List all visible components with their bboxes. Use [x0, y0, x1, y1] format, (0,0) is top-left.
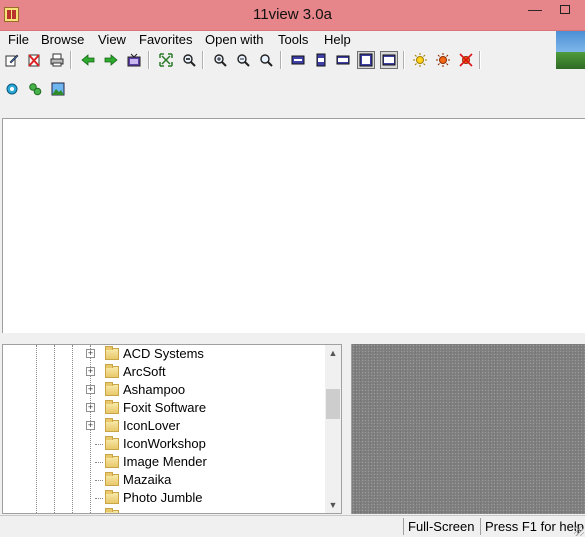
plugins-icon[interactable] [26, 80, 44, 98]
folder-icon [105, 400, 119, 414]
tree-item-label: Mazaika [123, 472, 172, 487]
zoom-in-icon[interactable] [211, 51, 229, 69]
expand-toggle[interactable]: + [86, 385, 95, 394]
tree-item[interactable]: + IconLover [3, 417, 327, 435]
tree-item-label: ArcSoft [123, 364, 166, 379]
menu-browse[interactable]: Browse [41, 32, 84, 47]
tree-item[interactable]: + Foxit Software [3, 399, 327, 417]
expand-toggle[interactable]: + [86, 403, 95, 412]
resize-grip[interactable] [574, 526, 584, 536]
tree-item[interactable]: Image Mender [3, 453, 327, 471]
tree-item[interactable]: IconWorkshop [3, 435, 327, 453]
print-icon[interactable] [48, 51, 66, 69]
toolbar-separator [202, 51, 204, 69]
folder-icon [105, 472, 119, 486]
window-title: 11view 3.0a [253, 6, 332, 23]
delete-icon[interactable] [25, 51, 43, 69]
brightness-icon[interactable] [411, 51, 429, 69]
menu-file[interactable]: File [8, 32, 29, 47]
toolbar-separator [479, 51, 481, 69]
status-bar: Full-Screen Press F1 for help [0, 515, 585, 537]
tree-connector [95, 498, 103, 499]
menu-open-with[interactable]: Open with [205, 32, 264, 47]
expand-toggle[interactable]: + [86, 421, 95, 430]
zoom-actual-icon[interactable] [257, 51, 275, 69]
tree-item-label: Ashampoo [123, 382, 186, 397]
tree-item-label: Foxit Software [123, 400, 207, 415]
tree-item-label: Image Mender [123, 454, 207, 469]
title-bar: 11view 3.0a — [0, 0, 585, 31]
layout-2-icon[interactable] [312, 51, 330, 69]
settings-gear-icon[interactable] [3, 80, 21, 98]
folder-tree[interactable]: + ACD Systems + ArcSoft + Ashampoo + Fox… [2, 344, 342, 514]
secondary-toolbar [0, 79, 100, 99]
minimize-button[interactable]: — [522, 0, 548, 20]
expand-toggle[interactable]: + [86, 367, 95, 376]
layout-4-icon[interactable] [357, 51, 375, 69]
toolbar-separator [403, 51, 405, 69]
folder-icon [105, 364, 119, 378]
image-viewer[interactable] [2, 118, 585, 333]
tree-item[interactable]: + ACD Systems [3, 345, 327, 363]
layout-5-icon[interactable] [380, 51, 398, 69]
thumbnail-pane[interactable] [351, 344, 585, 514]
layout-1-icon[interactable] [289, 51, 307, 69]
tree-connector [95, 480, 103, 481]
toolbar-separator [70, 51, 72, 69]
status-help: Press F1 for help [485, 519, 584, 534]
folder-icon [105, 418, 119, 432]
color-icon[interactable] [434, 51, 452, 69]
tree-scrollbar[interactable]: ▲ ▼ [325, 345, 341, 513]
tree-item-label: IconWorkshop [123, 436, 206, 451]
menu-favorites[interactable]: Favorites [139, 32, 192, 47]
tree-item[interactable]: + ArcSoft [3, 363, 327, 381]
wallpaper-icon[interactable] [49, 80, 67, 98]
tree-item[interactable]: + Ashampoo [3, 381, 327, 399]
scroll-up-button[interactable]: ▲ [325, 345, 341, 361]
fit-window-icon[interactable] [157, 51, 175, 69]
effects-icon[interactable] [457, 51, 475, 69]
tree-item-label: Photo Jumble [123, 490, 203, 505]
back-arrow-icon[interactable] [79, 51, 97, 69]
folder-icon [105, 382, 119, 396]
folder-icon [105, 346, 119, 360]
layout-3-icon[interactable] [334, 51, 352, 69]
main-toolbar [0, 50, 555, 70]
forward-arrow-icon[interactable] [102, 51, 120, 69]
tree-item-label: ACD Systems [123, 346, 204, 361]
status-divider [480, 518, 481, 535]
tree-item-partial[interactable] [3, 507, 327, 513]
zoom-search-icon[interactable] [180, 51, 198, 69]
expand-toggle[interactable]: + [86, 349, 95, 358]
menu-bar: File Browse View Favorites Open with Too… [0, 31, 555, 49]
slideshow-icon[interactable] [125, 51, 143, 69]
scroll-down-button[interactable]: ▼ [325, 497, 341, 513]
folder-icon [105, 508, 119, 513]
tree-connector [95, 444, 103, 445]
tree-item-label: IconLover [123, 418, 181, 433]
menu-view[interactable]: View [98, 32, 126, 47]
tree-item[interactable]: Mazaika [3, 471, 327, 489]
zoom-out-icon[interactable] [234, 51, 252, 69]
status-divider [403, 518, 404, 535]
edit-icon[interactable] [3, 51, 21, 69]
thumbnail-preview [556, 31, 585, 69]
folder-icon [105, 490, 119, 504]
menu-help[interactable]: Help [324, 32, 351, 47]
scroll-thumb[interactable] [326, 389, 340, 419]
maximize-button[interactable] [552, 0, 578, 20]
tree-connector [95, 462, 103, 463]
folder-icon [105, 436, 119, 450]
menu-tools[interactable]: Tools [278, 32, 308, 47]
folder-icon [105, 454, 119, 468]
status-mode: Full-Screen [408, 519, 475, 534]
toolbar-separator [280, 51, 282, 69]
tree-item[interactable]: Photo Jumble [3, 489, 327, 507]
toolbar-separator [148, 51, 150, 69]
